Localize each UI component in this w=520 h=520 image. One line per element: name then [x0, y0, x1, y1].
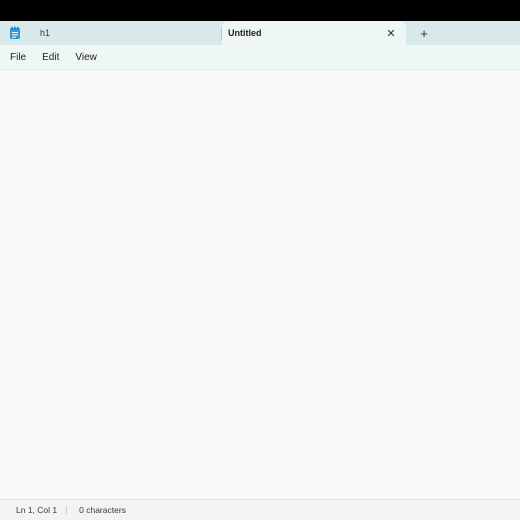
menu-file[interactable]: File — [2, 48, 34, 67]
text-editor[interactable] — [0, 70, 520, 499]
tab-label: h1 — [40, 28, 51, 38]
notepad-window: h1 Untitled ✕ + File Edit View Ln 1, Col… — [0, 21, 520, 520]
notepad-icon — [0, 21, 30, 45]
tab-strip: h1 Untitled ✕ + — [0, 21, 520, 45]
close-icon[interactable]: ✕ — [380, 22, 402, 44]
cursor-position: Ln 1, Col 1 — [0, 505, 68, 515]
menu-view[interactable]: View — [67, 48, 105, 67]
menu-edit[interactable]: Edit — [34, 48, 67, 67]
screen: h1 Untitled ✕ + File Edit View Ln 1, Col… — [0, 0, 520, 520]
character-count: 0 characters — [79, 505, 126, 515]
tab-untitled[interactable]: Untitled ✕ — [222, 21, 406, 45]
status-bar: Ln 1, Col 1 0 characters — [0, 499, 520, 520]
menu-bar: File Edit View — [0, 45, 520, 70]
tab-label: Untitled — [228, 28, 262, 38]
plus-icon[interactable]: + — [406, 21, 442, 45]
tab-h1[interactable]: h1 — [30, 21, 222, 45]
